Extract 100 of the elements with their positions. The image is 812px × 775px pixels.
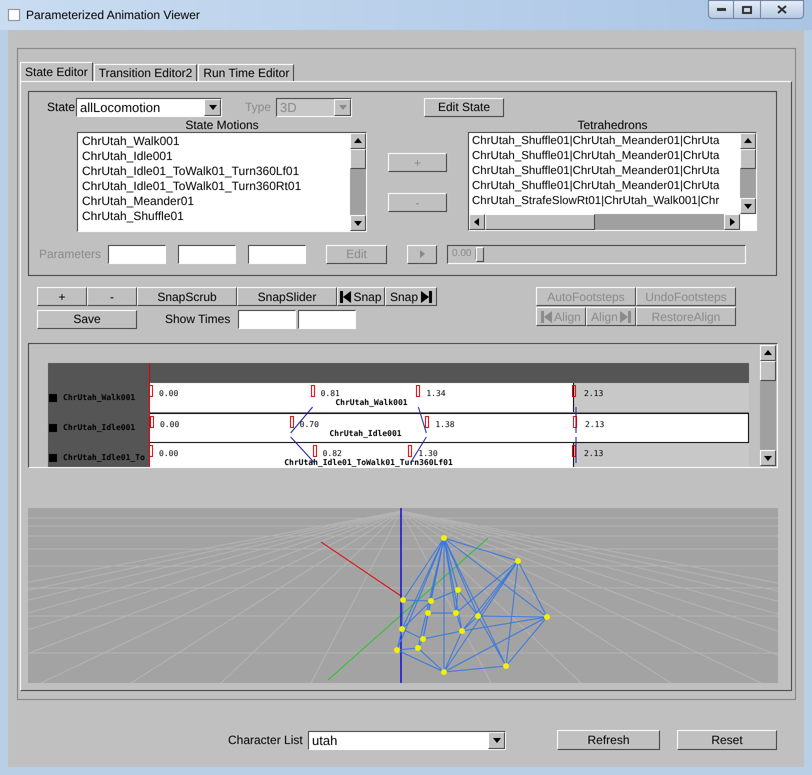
toolbar-button[interactable]: SnapScrub [137,287,237,306]
character-dropdown[interactable]: utah [308,730,506,750]
left-arrow-icon [472,217,482,227]
state-dropdown[interactable]: allLocomotion [76,98,222,116]
state-label: State [47,99,76,116]
horizontal-scrollbar[interactable] [469,214,740,230]
scroll-up-button[interactable] [350,133,366,149]
list-item[interactable]: ChrUtah_Shuffle01|ChrUtah_Meander01|ChrUta [472,134,740,149]
dropdown-caret-icon [338,102,348,112]
skip-end-icon [620,310,631,322]
time-marker[interactable] [312,445,317,457]
track-color-icon [49,454,57,462]
skip-end-icon [421,290,432,302]
tetrahedrons-listbox[interactable] [468,132,757,231]
toolbar-button[interactable]: Snap [337,287,385,306]
time-marker[interactable] [408,445,412,457]
time-marker[interactable] [416,385,420,397]
character-list-label: Character List [228,732,304,749]
list-item[interactable]: ChrUtah_Shuffle01|ChrUtah_Meander01|ChrUta [472,179,740,194]
time-value: 2.13 [584,390,604,398]
time-marker[interactable] [572,445,576,457]
time-field[interactable] [298,310,356,328]
up-arrow-icon [763,348,773,358]
window-title: Parameterized Animation Viewer [26,7,201,24]
time-value: 0.70 [300,421,319,429]
time-value: 1.38 [435,421,455,429]
time-value: 1.30 [418,450,438,458]
list-item[interactable]: ChrUtah_Meander01 [82,194,350,209]
list-item[interactable]: ChrUtah_Walk001 [82,134,350,149]
scroll-thumb[interactable] [760,361,776,381]
right-arrow-icon [727,217,737,227]
time-value: 2.13 [585,421,604,429]
track-bar[interactable]: 0.00 0.70 1.38 2.13 ChrUtah_Idle001 [149,413,749,443]
list-item[interactable]: ChrUtah_Idle01_ToWalk01_Turn360Lf01 [82,164,350,179]
show-times-label: Show Times [165,311,232,328]
minimize-icon [716,8,726,11]
dropdown-caret-icon [492,735,502,745]
list-item[interactable]: ChrUtah_StrafeSlowRt01|ChrUtah_Walk001|Chr [472,194,740,209]
maximize-button[interactable] [734,0,760,19]
tab[interactable]: Run Time Editor [198,64,294,81]
scroll-down-button[interactable] [350,215,366,231]
parameter-field[interactable] [248,244,306,264]
time-marker[interactable] [149,445,153,457]
list-item[interactable]: ChrUtah_Idle001 [82,149,350,164]
scroll-thumb[interactable] [740,149,756,169]
list-item[interactable]: ChrUtah_Shuffle01|ChrUtah_Meander01|ChrUta [472,164,740,179]
time-marker[interactable] [290,416,294,428]
motions-listbox[interactable]: ChrUtah_Walk001 ChrUtah_Idle001 ChrUtah_Idle01_ToWalk01_Turn360Lf01 ChrUtah_Idle01_ToWalk01_Turn360Rt01 ChrUtah_Meander01 ChrUtah_Shuffle01 [77,132,367,232]
parameter-field[interactable] [178,244,236,264]
save-button[interactable]: Save [37,310,137,328]
track-bar[interactable]: 0.00 0.81 1.34 2.13 ChrUtah_Walk001 [149,383,749,413]
time-value: 0.00 [159,390,178,398]
time-value: 0.81 [320,390,340,398]
list-item[interactable]: ChrUtah_Shuffle01|ChrUtah_Meander01|ChrUta [472,149,740,164]
scroll-thumb[interactable] [350,149,366,169]
time-marker[interactable] [150,416,154,428]
list-item[interactable]: ChrUtah_Idle01_ToWalk01_Turn360Rt01 [82,179,350,194]
time-marker[interactable] [573,416,577,428]
scroll-thumb[interactable] [485,214,595,230]
scroll-down-button[interactable] [740,198,756,214]
toolbar-button[interactable]: + [37,287,87,306]
motion-label: ChrUtah_Idle01_ToWalk01_Turn360Lf01 [284,459,453,467]
vertical-scrollbar[interactable] [350,133,366,231]
play-button[interactable] [407,244,437,264]
time-marker[interactable] [572,385,576,397]
close-button[interactable] [760,0,804,19]
time-value: 0.00 [160,421,180,429]
app-icon [8,9,20,21]
vertical-scrollbar[interactable] [760,345,776,466]
time-marker[interactable] [149,385,153,397]
time-marker[interactable] [425,416,430,428]
scroll-up-button[interactable] [740,133,756,149]
skip-start-icon [340,290,352,302]
list-item[interactable]: ChrUtah_Shuffle01 [82,209,350,224]
toolbar-button[interactable]: SnapSlider [237,287,337,306]
vertical-scrollbar[interactable] [740,133,756,214]
time-value: 2.13 [584,450,604,458]
up-arrow-icon [353,136,363,146]
time-field[interactable] [238,310,296,328]
tab[interactable]: State Editor [20,62,93,81]
toolbar-button[interactable]: - [87,287,137,306]
scroll-up-button[interactable] [760,345,776,361]
edit-state-button[interactable]: Edit State [424,98,504,116]
down-arrow-icon [743,201,753,211]
motion-label: ChrUtah_Walk001 [335,399,408,407]
reset-button[interactable]: Reset [677,730,777,750]
list-title: State Motions [185,118,259,132]
motion-label: ChrUtah_Idle001 [329,430,402,438]
time-value: 0.00 [159,450,178,458]
minimize-button[interactable] [708,0,734,19]
time-marker[interactable] [310,385,315,397]
tab[interactable]: Transition Editor2 [94,64,198,81]
skip-start-icon [541,310,552,322]
track-bar[interactable]: 0.00 0.82 1.30 2.13 ChrUtah_Idle01_ToWalk01_Turn360Lf01 [149,443,749,467]
toolbar-button[interactable]: Snap [385,287,437,306]
refresh-button[interactable]: Refresh [557,730,660,750]
play-icon [417,249,427,259]
parameter-field[interactable] [108,244,166,264]
scroll-down-button[interactable] [760,450,776,466]
maximize-icon [742,6,752,14]
